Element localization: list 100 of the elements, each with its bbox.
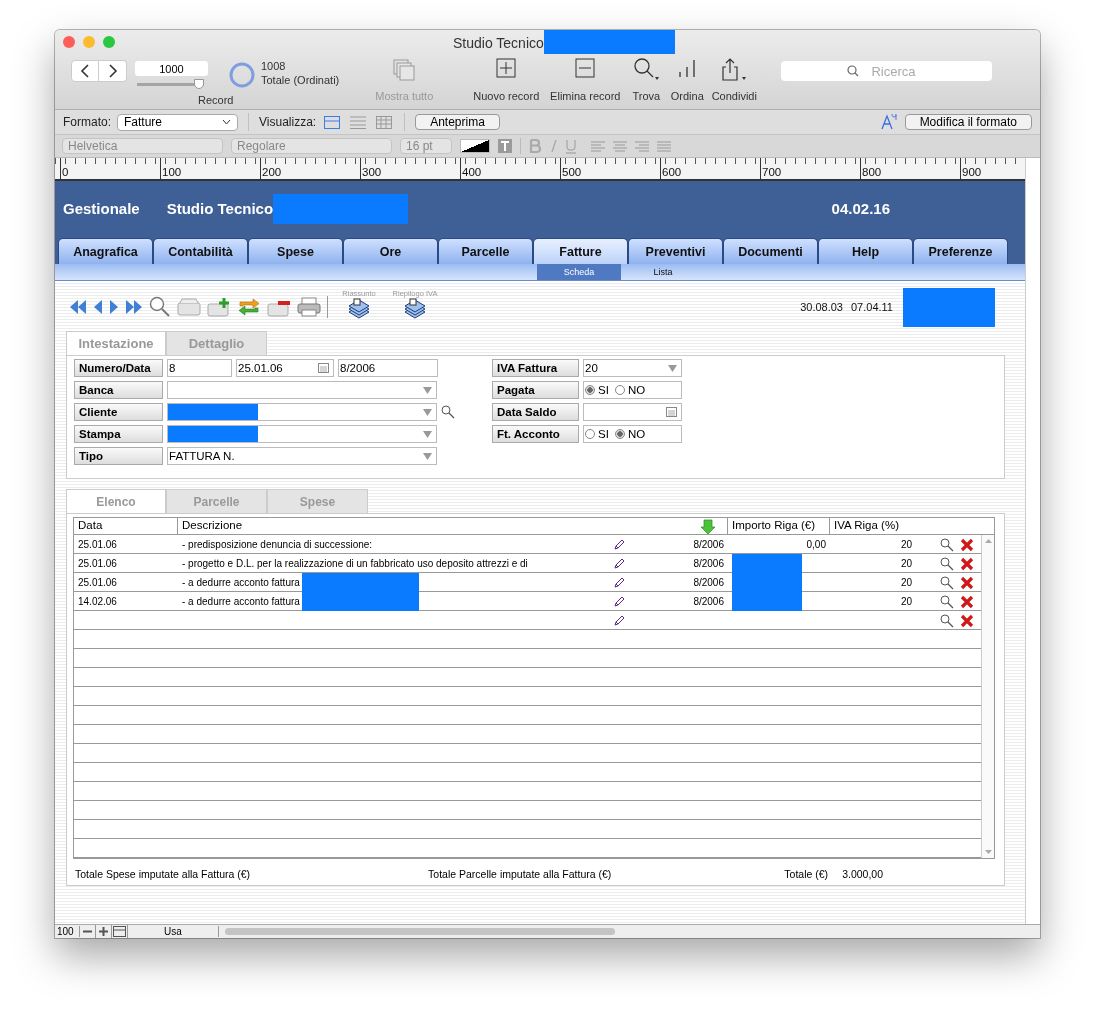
pencil-icon[interactable] (613, 557, 625, 570)
nav-tab[interactable]: Anagrafica (58, 238, 153, 264)
delete-icon[interactable] (960, 556, 974, 571)
search-icon (633, 58, 660, 80)
pencil-icon[interactable] (613, 595, 625, 608)
scrollbar-thumb[interactable] (225, 928, 615, 935)
date-field[interactable] (583, 403, 682, 421)
dropdown-arrow-icon (423, 430, 432, 438)
number-field[interactable]: 8 (167, 359, 232, 377)
radio-option[interactable]: SI (585, 428, 609, 440)
total-label: Totale Parcelle imputate alla Fattura (€) (428, 868, 612, 880)
pencil-icon[interactable] (613, 614, 625, 627)
nav-tab[interactable]: Spese (248, 238, 343, 264)
date-field[interactable]: 25.01.06 (236, 359, 334, 377)
toolbar-button[interactable]: Nuovo record (471, 58, 542, 102)
nav-tab[interactable]: Parcelle (438, 238, 533, 264)
printer-icon (297, 297, 321, 317)
toolbar-toggle-button[interactable] (112, 925, 128, 938)
toolbar-button[interactable]: Ordina (669, 58, 706, 102)
column-header: Descrizione (178, 518, 688, 535)
dropdown-field[interactable] (167, 403, 437, 421)
dropdown-field[interactable] (167, 381, 437, 399)
field-label: Data Saldo (492, 403, 579, 421)
nav-tab[interactable]: Contabilità (153, 238, 248, 264)
color-swatch[interactable] (460, 139, 490, 153)
scrollbar[interactable] (981, 535, 994, 858)
dropdown-field[interactable] (167, 425, 437, 443)
format-dropdown[interactable]: Fatture (117, 113, 238, 131)
delete-icon[interactable] (960, 575, 974, 590)
dropdown-field[interactable]: 20 (583, 359, 682, 377)
list-view-button[interactable] (348, 115, 369, 129)
dropdown-field[interactable]: FATTURA N. (167, 447, 437, 465)
scroll-up-icon[interactable] (982, 537, 994, 545)
nav-tab[interactable]: Fatture (533, 238, 628, 264)
first-record-icon[interactable] (69, 298, 87, 316)
close-button[interactable] (63, 36, 75, 48)
dropdown-arrow-icon (423, 408, 432, 416)
previous-record-icon[interactable] (93, 298, 103, 316)
last-record-icon[interactable] (125, 298, 143, 316)
record-field[interactable]: 1000 (135, 61, 208, 76)
table-cell-text: 20 (899, 539, 913, 550)
table-cell-text: 25.01.06 (77, 558, 118, 569)
total-label: Totale (€) (784, 868, 829, 880)
down-arrow-icon[interactable] (699, 519, 716, 535)
field-label: IVA Fattura (492, 359, 579, 377)
toolbar-button[interactable]: Elimina record (549, 58, 622, 102)
search-icon[interactable] (940, 537, 954, 552)
table-cell-text: 14.02.06 (77, 596, 118, 607)
sub-tab[interactable]: Lista (621, 264, 705, 280)
stack-icon (403, 297, 427, 320)
pencil-icon[interactable] (613, 576, 625, 589)
minus-box-icon (575, 58, 596, 78)
next-button[interactable] (99, 60, 127, 82)
field-label: Stampa (74, 425, 163, 443)
search-icon[interactable] (940, 613, 954, 628)
view-label: Visualizza: (259, 115, 317, 129)
scroll-down-icon[interactable] (982, 848, 994, 856)
table-cell-text: 8/2006 (692, 596, 725, 607)
ruler-label: 700 (762, 166, 782, 178)
record-slider[interactable] (137, 79, 204, 90)
column-header: Importo Riga (€) (728, 518, 830, 535)
search-icon[interactable] (940, 575, 954, 590)
form-view-button[interactable] (322, 115, 343, 129)
record-date: 30.08.03 (800, 301, 843, 313)
zoom-out-button[interactable] (80, 925, 96, 938)
table-view-button[interactable] (374, 115, 395, 129)
nav-tab[interactable]: Preferenze (913, 238, 1008, 264)
toolbar-button[interactable]: Trova (631, 58, 662, 102)
table-cell: - predisposizione denuncia di successione: (182, 539, 373, 550)
zoom-in-button[interactable] (96, 925, 112, 938)
total-value: 3.000,00 (842, 868, 883, 880)
nav-tab[interactable]: Preventivi (628, 238, 723, 264)
nav-tab[interactable]: Documenti (723, 238, 818, 264)
delete-icon[interactable] (960, 594, 974, 609)
nav-tab[interactable]: Ore (343, 238, 438, 264)
nav-tab[interactable]: Help (818, 238, 913, 264)
radio-option[interactable]: NO (614, 428, 646, 440)
radio-option[interactable]: SI (585, 384, 609, 396)
toolbar-button[interactable]: Condividi (709, 58, 760, 102)
radio-option[interactable]: NO (614, 384, 646, 396)
search-icon[interactable] (940, 556, 954, 571)
total-label: Totale Spese imputate alla Fattura (€) (75, 868, 251, 880)
mode-label: Usa (128, 926, 219, 937)
column-header: Data (74, 518, 178, 535)
calendar-icon (666, 407, 677, 417)
next-record-icon[interactable] (109, 298, 119, 316)
delete-icon[interactable] (960, 613, 974, 628)
search-icon[interactable] (940, 594, 954, 609)
search-field[interactable]: Ricerca (781, 61, 992, 81)
ruler-label: 200 (262, 166, 282, 178)
table-cell-text: 0,00 (805, 539, 827, 550)
invoice-number-field[interactable]: 8/2006 (338, 359, 438, 377)
sub-tab[interactable]: Scheda (537, 264, 621, 280)
pencil-icon[interactable] (613, 538, 625, 551)
table-cell: - a dedurre acconto fattura (182, 577, 300, 588)
edit-format-button[interactable]: Modifica il formato (904, 114, 1032, 130)
previous-button[interactable] (71, 60, 99, 82)
preview-button[interactable]: Anteprima (415, 114, 500, 130)
search-icon[interactable] (441, 405, 455, 419)
delete-icon[interactable] (960, 537, 974, 552)
